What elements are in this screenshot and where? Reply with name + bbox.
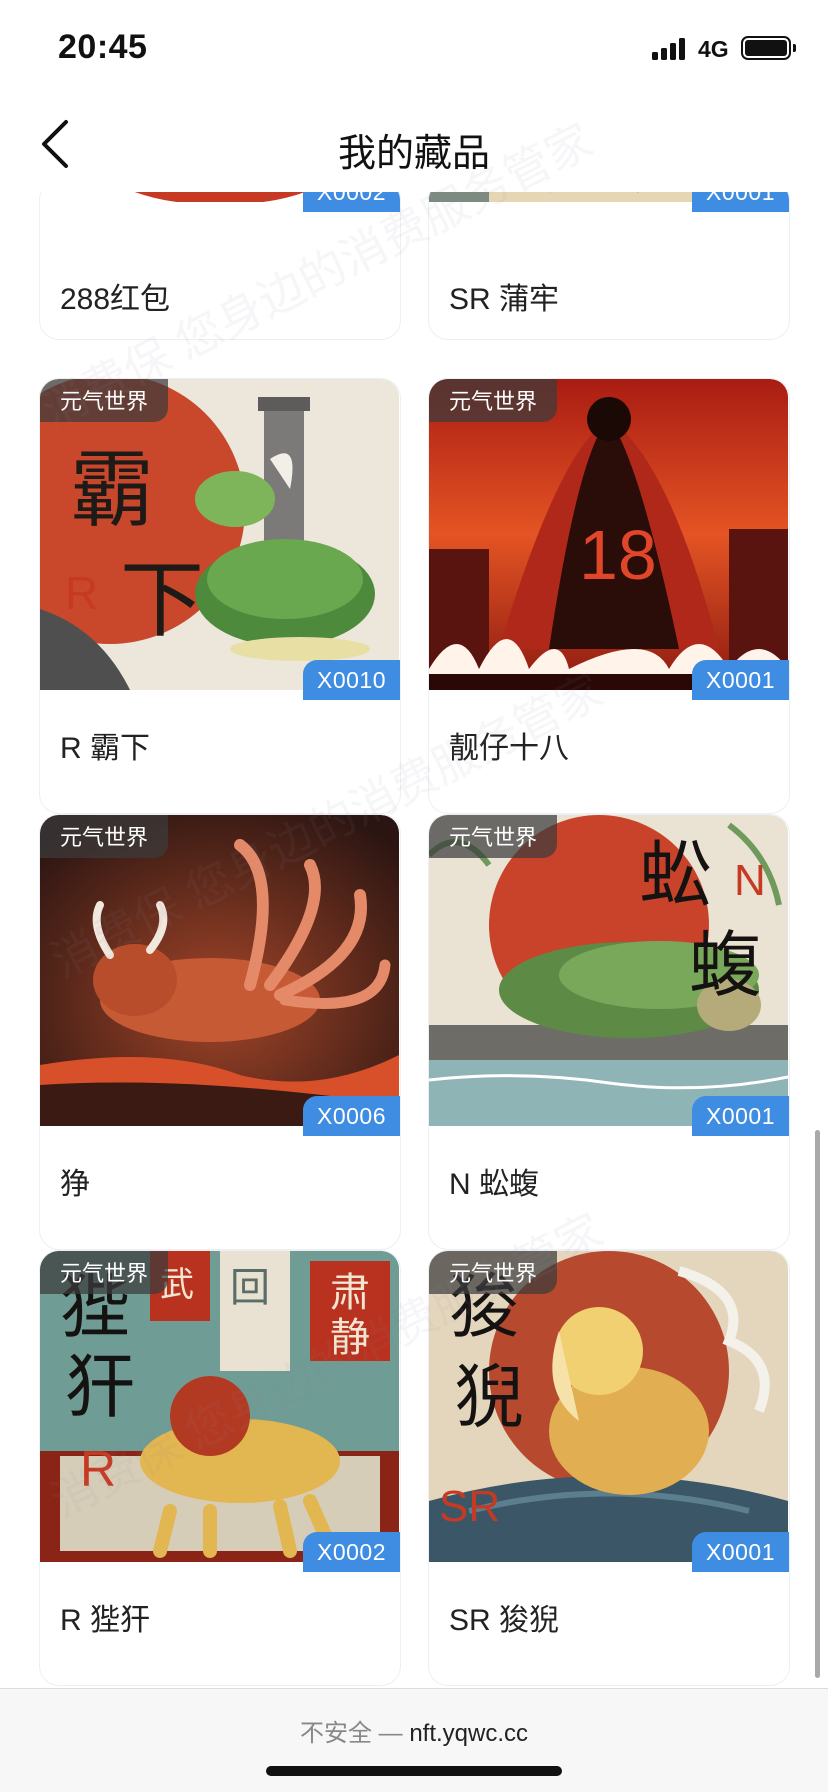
collection-tag: 元气世界: [40, 1251, 169, 1294]
card-title: R 狴犴: [60, 1604, 150, 1637]
domain-label: nft.yqwc.cc: [409, 1720, 529, 1747]
collection-tag: 元气世界: [429, 379, 558, 422]
card-title: N 蚣蝮: [449, 1168, 539, 1201]
card-image: 霸 下 R: [40, 379, 399, 690]
serial-badge: X0001: [691, 1532, 789, 1572]
collection-tag: 元气世界: [40, 379, 169, 422]
svg-text:SR: SR: [439, 1482, 500, 1531]
svg-text:回: 回: [230, 1265, 270, 1311]
collection-card[interactable]: X0002 288红包: [39, 192, 401, 340]
collection-tag: 元气世界: [429, 815, 558, 858]
status-time: 20:45: [58, 28, 148, 66]
card-title: 狰: [60, 1168, 90, 1201]
serial-badge: X0010: [302, 660, 400, 700]
serial-badge: X0002: [302, 192, 400, 212]
svg-text:R: R: [80, 1441, 116, 1497]
collection-grid: X0002 288红包 SR X0001 SR 蒲牢: [0, 192, 828, 1688]
browser-address-bar[interactable]: 不安全 — nft.yqwc.cc: [0, 1688, 828, 1792]
collection-card[interactable]: 蚣 蝮 N 元气世界 X0001 N 蚣蝮: [428, 814, 790, 1250]
card-image: [40, 815, 399, 1126]
url-display[interactable]: 不安全 — nft.yqwc.cc: [0, 1713, 828, 1748]
card-title: SR 蒲牢: [449, 283, 560, 316]
insecure-label: 不安全: [299, 1720, 372, 1747]
card-title: 288红包: [60, 283, 171, 316]
svg-text:肃: 肃: [330, 1270, 370, 1316]
card-image: 狻 猊 SR: [429, 1251, 788, 1562]
home-indicator[interactable]: [266, 1766, 562, 1776]
svg-text:静: 静: [330, 1315, 370, 1361]
nav-bar: 我的藏品: [0, 96, 828, 192]
svg-text:蝮: 蝮: [689, 923, 761, 1007]
collection-tag: 元气世界: [40, 815, 169, 858]
svg-text:犴: 犴: [65, 1346, 135, 1428]
collection-card[interactable]: 18 元气世界 X0001 靓仔十八: [428, 378, 790, 814]
serial-badge: X0001: [691, 660, 789, 700]
serial-badge: X0001: [691, 192, 789, 212]
svg-text:猊: 猊: [454, 1356, 524, 1438]
network-label: 4G: [698, 36, 729, 62]
card-title: R 霸下: [60, 732, 150, 765]
svg-text:SR: SR: [484, 192, 533, 200]
battery-icon: [741, 36, 796, 60]
card-image: 武 回 肃 静 狴 犴 R: [40, 1251, 399, 1562]
signal-icon: [652, 38, 686, 60]
url-separator: —: [378, 1720, 403, 1747]
card-image: 蚣 蝮 N: [429, 815, 788, 1126]
collection-card[interactable]: 狻 猊 SR 元气世界 X0001 SR 狻猊: [428, 1250, 790, 1686]
serial-badge: X0006: [302, 1096, 400, 1136]
card-image: 18: [429, 379, 788, 690]
status-bar: 20:45 4G: [0, 0, 828, 96]
collection-card[interactable]: 元气世界 X0006 狰: [39, 814, 401, 1250]
scrollbar[interactable]: [815, 1130, 820, 1678]
page-title: 我的藏品: [337, 133, 490, 175]
svg-text:N: N: [734, 856, 766, 905]
collection-card[interactable]: 武 回 肃 静 狴 犴 R 元气世界 X0002 R 狴犴: [39, 1250, 401, 1686]
collection-card[interactable]: SR X0001 SR 蒲牢: [428, 192, 790, 340]
svg-text:霸: 霸: [70, 441, 154, 539]
svg-text:18: 18: [579, 516, 657, 594]
serial-badge: X0002: [302, 1532, 400, 1572]
card-title: SR 狻猊: [449, 1604, 560, 1637]
serial-badge: X0001: [691, 1096, 789, 1136]
card-title: 靓仔十八: [449, 732, 569, 765]
collection-tag: 元气世界: [429, 1251, 558, 1294]
collection-card[interactable]: 霸 下 R 元气世界 X0010 R 霸下: [39, 378, 401, 814]
svg-text:R: R: [65, 567, 98, 619]
svg-text:蚣: 蚣: [639, 833, 711, 917]
svg-text:下: 下: [120, 551, 204, 649]
